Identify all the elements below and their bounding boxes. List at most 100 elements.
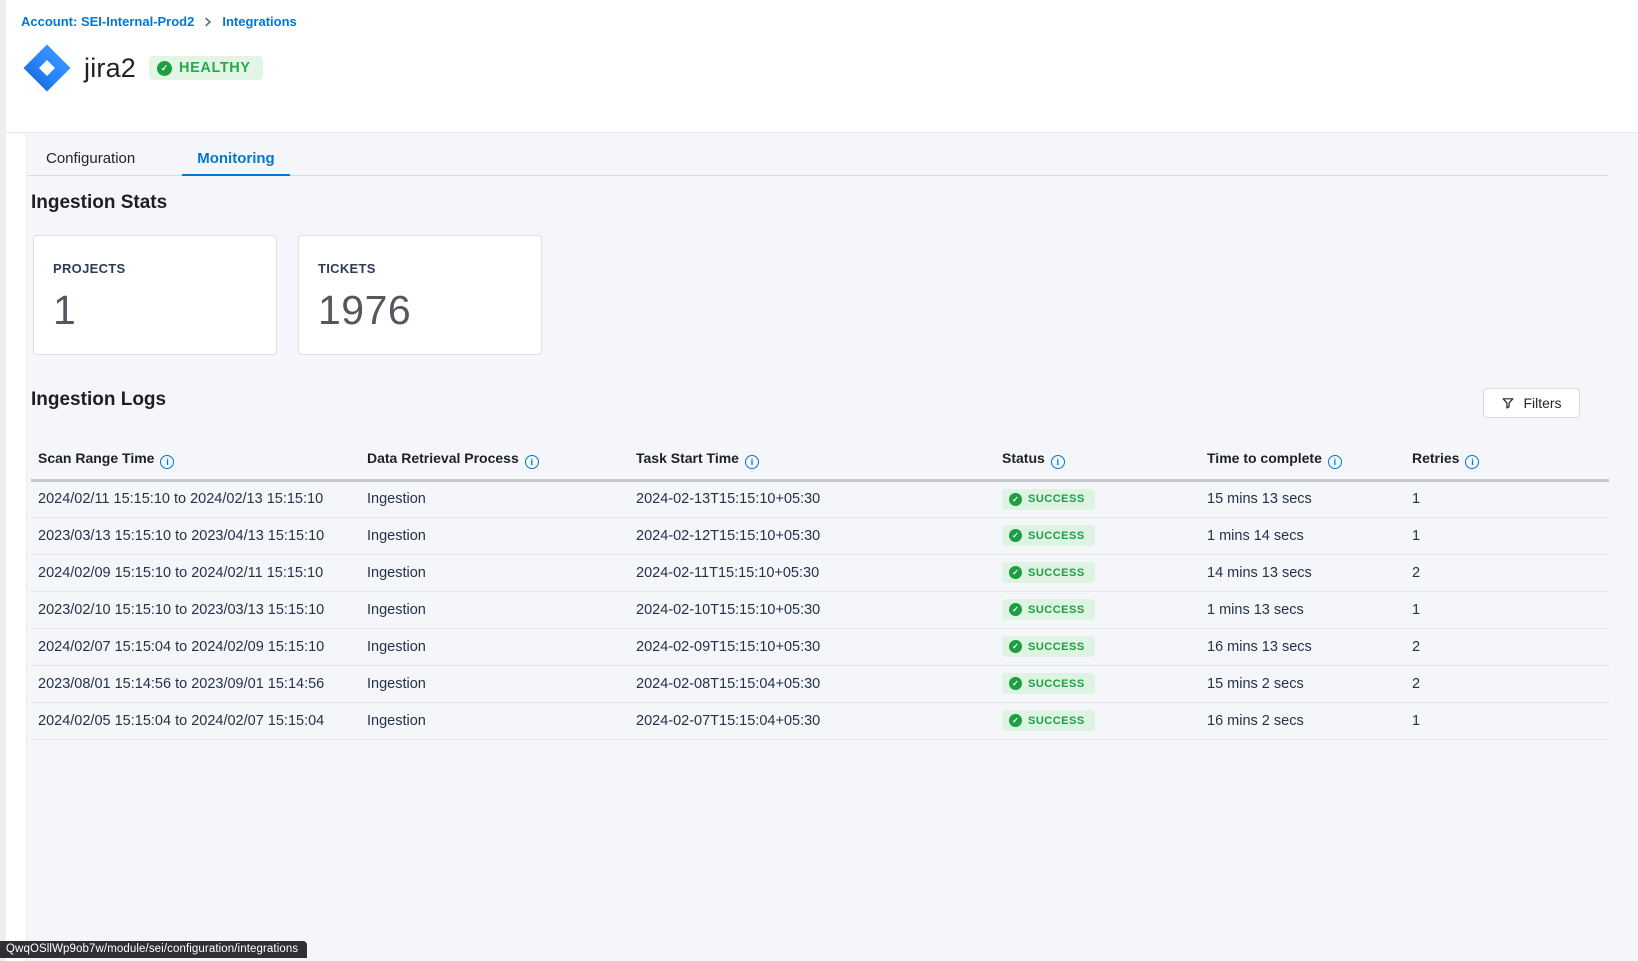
health-status-badge: ✓ HEALTHY xyxy=(149,56,263,80)
log-table-row: 2024/02/05 15:15:04 to 2024/02/07 15:15:… xyxy=(31,702,1609,739)
status-success-badge: ✓ SUCCESS xyxy=(1002,636,1095,657)
breadcrumb: Account: SEI-Internal-Prod2 Integrations xyxy=(21,14,297,29)
cell-time-to-complete: 15 mins 13 secs xyxy=(1207,480,1412,517)
col-retries: Retries i xyxy=(1412,440,1609,480)
status-success-badge: ✓ SUCCESS xyxy=(1002,599,1095,620)
status-text: SUCCESS xyxy=(1028,530,1085,542)
filter-funnel-icon xyxy=(1501,396,1515,410)
check-icon: ✓ xyxy=(1009,714,1022,727)
log-table-row: 2024/02/07 15:15:04 to 2024/02/09 15:15:… xyxy=(31,628,1609,665)
stat-card-label: TICKETS xyxy=(318,261,541,276)
status-text: SUCCESS xyxy=(1028,493,1085,505)
tab-monitoring[interactable]: Monitoring xyxy=(182,143,289,176)
status-success-badge: ✓ SUCCESS xyxy=(1002,673,1095,694)
cell-retries: 1 xyxy=(1412,591,1609,628)
cell-status: ✓ SUCCESS xyxy=(1002,517,1207,554)
status-success-badge: ✓ SUCCESS xyxy=(1002,710,1095,731)
collapsed-nav-edge xyxy=(0,0,6,961)
log-table-row: 2024/02/09 15:15:10 to 2024/02/11 15:15:… xyxy=(31,554,1609,591)
col-data-retrieval-process: Data Retrieval Processi xyxy=(367,440,636,480)
check-icon: ✓ xyxy=(157,61,172,76)
info-icon[interactable]: i xyxy=(1465,455,1479,469)
cell-scan-range-time: 2024/02/09 15:15:10 to 2024/02/11 15:15:… xyxy=(31,554,367,591)
cell-task-start-time: 2024-02-10T15:15:10+05:30 xyxy=(636,591,1002,628)
cell-time-to-complete: 14 mins 13 secs xyxy=(1207,554,1412,591)
log-table-row: 2023/02/10 15:15:10 to 2023/03/13 15:15:… xyxy=(31,591,1609,628)
cell-scan-range-time: 2023/08/01 15:14:56 to 2023/09/01 15:14:… xyxy=(31,665,367,702)
col-label: Task Start Time xyxy=(636,450,739,466)
cell-scan-range-time: 2024/02/07 15:15:04 to 2024/02/09 15:15:… xyxy=(31,628,367,665)
status-text: SUCCESS xyxy=(1028,604,1085,616)
check-icon: ✓ xyxy=(1009,493,1022,506)
cell-time-to-complete: 1 mins 13 secs xyxy=(1207,591,1412,628)
cell-time-to-complete: 15 mins 2 secs xyxy=(1207,665,1412,702)
stat-card-value: 1 xyxy=(53,287,276,334)
cell-retries: 2 xyxy=(1412,665,1609,702)
log-table-row: 2023/08/01 15:14:56 to 2023/09/01 15:14:… xyxy=(31,665,1609,702)
cell-data-retrieval-process: Ingestion xyxy=(367,554,636,591)
cell-time-to-complete: 16 mins 2 secs xyxy=(1207,702,1412,739)
info-icon[interactable]: i xyxy=(160,455,174,469)
col-label: Scan Range Time xyxy=(38,450,154,466)
info-icon[interactable]: i xyxy=(525,455,539,469)
log-table-row: 2023/03/13 15:15:10 to 2023/04/13 15:15:… xyxy=(31,517,1609,554)
check-icon: ✓ xyxy=(1009,566,1022,579)
status-success-badge: ✓ SUCCESS xyxy=(1002,489,1095,510)
cell-data-retrieval-process: Ingestion xyxy=(367,517,636,554)
cell-task-start-time: 2024-02-09T15:15:10+05:30 xyxy=(636,628,1002,665)
cell-data-retrieval-process: Ingestion xyxy=(367,702,636,739)
info-icon[interactable]: i xyxy=(745,455,759,469)
cell-data-retrieval-process: Ingestion xyxy=(367,480,636,517)
status-success-badge: ✓ SUCCESS xyxy=(1002,562,1095,583)
breadcrumb-integrations-link[interactable]: Integrations xyxy=(222,14,296,29)
status-text: SUCCESS xyxy=(1028,567,1085,579)
status-success-badge: ✓ SUCCESS xyxy=(1002,525,1095,546)
info-icon[interactable]: i xyxy=(1051,455,1065,469)
health-status-text: HEALTHY xyxy=(179,60,251,76)
cell-retries: 1 xyxy=(1412,480,1609,517)
cell-status: ✓ SUCCESS xyxy=(1002,628,1207,665)
stat-card-projects: PROJECTS 1 xyxy=(33,235,277,355)
cell-time-to-complete: 16 mins 13 secs xyxy=(1207,628,1412,665)
col-label: Status xyxy=(1002,450,1045,466)
integration-name: jira2 xyxy=(84,53,136,84)
cell-time-to-complete: 1 mins 14 secs xyxy=(1207,517,1412,554)
cell-scan-range-time: 2023/03/13 15:15:10 to 2023/04/13 15:15:… xyxy=(31,517,367,554)
cell-data-retrieval-process: Ingestion xyxy=(367,665,636,702)
cell-task-start-time: 2024-02-11T15:15:10+05:30 xyxy=(636,554,1002,591)
filters-button[interactable]: Filters xyxy=(1483,388,1580,418)
cell-data-retrieval-process: Ingestion xyxy=(367,591,636,628)
ingestion-stats-heading: Ingestion Stats xyxy=(31,192,167,214)
cell-task-start-time: 2024-02-07T15:15:04+05:30 xyxy=(636,702,1002,739)
cell-retries: 2 xyxy=(1412,628,1609,665)
cell-data-retrieval-process: Ingestion xyxy=(367,628,636,665)
cell-status: ✓ SUCCESS xyxy=(1002,554,1207,591)
stat-card-tickets: TICKETS 1976 xyxy=(298,235,542,355)
ingestion-logs-heading: Ingestion Logs xyxy=(31,389,166,411)
stat-card-value: 1976 xyxy=(318,287,541,334)
check-icon: ✓ xyxy=(1009,640,1022,653)
browser-link-preview: QwqOSllWp9ob7w/module/sei/configuration/… xyxy=(0,941,307,958)
cell-scan-range-time: 2024/02/05 15:15:04 to 2024/02/07 15:15:… xyxy=(31,702,367,739)
col-scan-range-time: Scan Range Time i xyxy=(31,440,367,480)
content-left-gutter xyxy=(6,134,27,961)
logs-table-header-row: Scan Range Time i Data Retrieval Processi… xyxy=(31,440,1609,480)
cell-scan-range-time: 2024/02/11 15:15:10 to 2024/02/13 15:15:… xyxy=(31,480,367,517)
chevron-right-icon xyxy=(203,17,213,27)
ingestion-logs-table: Scan Range Time i Data Retrieval Processi… xyxy=(31,440,1609,740)
ingestion-stats-cards: PROJECTS 1 TICKETS 1976 xyxy=(33,235,542,355)
col-task-start-time: Task Start Time i xyxy=(636,440,1002,480)
cell-status: ✓ SUCCESS xyxy=(1002,480,1207,517)
status-text: SUCCESS xyxy=(1028,715,1085,727)
tab-configuration[interactable]: Configuration xyxy=(31,143,150,176)
logs-table-body: 2024/02/11 15:15:10 to 2024/02/13 15:15:… xyxy=(31,480,1609,739)
tab-bar: Configuration Monitoring xyxy=(28,143,1609,176)
cell-scan-range-time: 2023/02/10 15:15:10 to 2023/03/13 15:15:… xyxy=(31,591,367,628)
cell-status: ✓ SUCCESS xyxy=(1002,591,1207,628)
breadcrumb-account-link[interactable]: Account: SEI-Internal-Prod2 xyxy=(21,14,194,29)
jira-logo-icon xyxy=(21,42,73,94)
info-icon[interactable]: i xyxy=(1328,455,1342,469)
cell-task-start-time: 2024-02-13T15:15:10+05:30 xyxy=(636,480,1002,517)
cell-retries: 1 xyxy=(1412,517,1609,554)
col-label: Retries xyxy=(1412,450,1459,466)
